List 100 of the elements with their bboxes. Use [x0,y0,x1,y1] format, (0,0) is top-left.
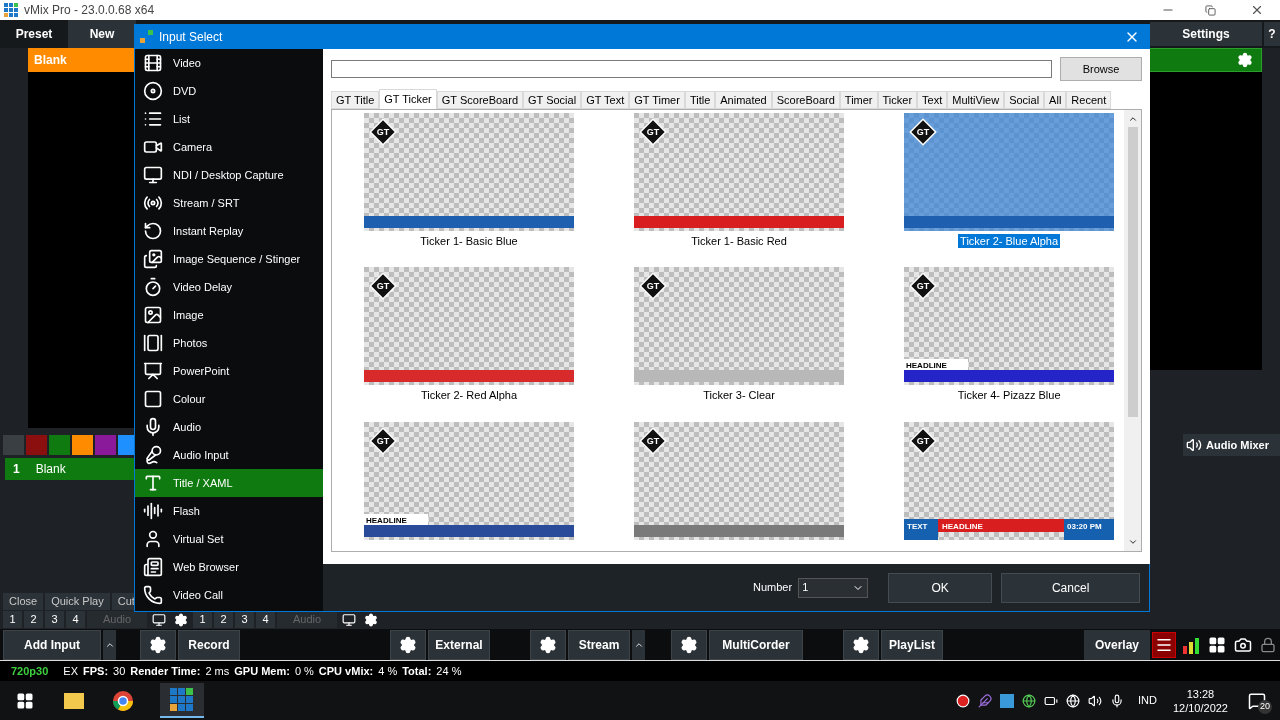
grid-icon[interactable] [1208,635,1226,654]
audio-mixer-button[interactable]: Audio Mixer [1183,434,1280,456]
template-tab[interactable]: GT Timer [629,91,685,109]
color-swatch[interactable] [26,435,47,455]
overlay-number-button[interactable]: 1 [3,611,22,628]
template-thumbnail[interactable]: GT [634,113,845,231]
template-tab[interactable]: GT Title [331,91,380,109]
settings-button[interactable]: Settings [1150,22,1262,46]
microphone-icon[interactable] [1110,693,1124,708]
toolbar-button[interactable]: Stream [568,629,630,660]
color-swatch[interactable] [3,435,24,455]
template-tab[interactable]: GT Social [523,91,582,109]
scrollbar[interactable] [1124,110,1142,551]
template-tab[interactable]: GT Ticker [379,89,437,109]
overlay-number-button[interactable]: 4 [66,611,85,628]
input-type-item[interactable]: List [135,105,323,133]
toolbar-button[interactable]: External [428,629,490,660]
clock-date[interactable]: 12/10/2022 [1172,700,1228,715]
path-field[interactable] [331,60,1052,78]
network-icon[interactable] [1022,693,1036,708]
scroll-thumb[interactable] [1127,127,1138,417]
input-type-item[interactable]: Photos [135,329,323,357]
settings-icon[interactable] [174,612,188,627]
settings-button[interactable] [843,629,879,660]
template-thumbnail[interactable]: GT [364,267,574,386]
template-tab[interactable]: Recent [1066,91,1112,109]
toolbar-button[interactable]: Add Input [3,629,101,660]
browser-icon[interactable] [112,689,134,712]
folder-icon[interactable] [64,692,84,709]
template-tab[interactable]: All [1044,91,1067,109]
help-button[interactable]: ? [1264,22,1280,46]
notification-button[interactable]: 20 [1242,685,1272,716]
template-tab[interactable]: Animated [715,91,772,109]
camera-icon[interactable] [1234,635,1252,654]
language-indicator[interactable]: IND [1138,692,1157,709]
color-swatch[interactable] [72,435,93,455]
toolbar-button[interactable]: Record [178,629,240,660]
settings-button[interactable] [530,629,566,660]
template-tab[interactable]: Text [917,91,948,109]
input-type-item[interactable]: Audio [135,413,323,441]
clock-time[interactable]: 13:28 [1186,686,1215,701]
tray-app-icon[interactable] [1000,693,1014,708]
monitor-icon[interactable] [342,612,356,627]
signal-bars-icon[interactable] [1182,635,1200,654]
globe-icon[interactable] [1066,693,1080,708]
monitor-icon[interactable] [152,612,166,627]
input-type-item[interactable]: Video Delay [135,273,323,301]
template-thumbnail[interactable]: GT [904,113,1115,231]
color-swatch[interactable] [49,435,70,455]
input-action-button[interactable]: Close [3,593,44,610]
template-tab[interactable]: Ticker [877,91,918,109]
input-type-item[interactable]: Image [135,301,323,329]
close-icon[interactable] [1250,3,1264,17]
restore-icon[interactable] [1205,4,1216,16]
input-action-button[interactable]: Quick Play [45,593,110,610]
template-tab[interactable]: ScoreBoard [771,91,840,109]
input-type-item[interactable]: Colour [135,385,323,413]
toolbar-button[interactable]: PlayList [881,629,943,660]
template-thumbnail[interactable]: GT TEXT HEADLINE 03:20 PM [904,421,1115,540]
template-tab[interactable]: Title [684,91,716,109]
input-type-item[interactable]: Virtual Set [135,525,323,553]
template-thumbnail[interactable]: GT [634,267,845,386]
template-thumbnail[interactable]: GT HEADLINE [904,267,1115,386]
settings-icon[interactable] [364,612,378,627]
template-tab[interactable]: MultiView [947,91,1005,109]
template-thumbnail[interactable]: GT HEADLINE [364,421,574,540]
windows-start-icon[interactable] [16,691,34,710]
browse-button[interactable]: Browse [1060,57,1142,81]
cancel-button[interactable]: Cancel [1001,572,1141,603]
input-type-item[interactable]: Stream / SRT [135,189,323,217]
overlay-button[interactable]: Overlay [1084,629,1150,660]
overlay-number-button[interactable]: 2 [24,611,43,628]
input-type-item[interactable]: DVD [135,77,323,105]
settings-button[interactable] [390,629,426,660]
lock-icon[interactable] [1260,636,1276,653]
input-type-item[interactable]: PowerPoint [135,357,323,385]
color-swatch[interactable] [95,435,116,455]
record-icon[interactable] [956,693,970,708]
input-type-item[interactable]: NDI / Desktop Capture [135,161,323,189]
caret-button[interactable] [103,629,116,660]
input-type-item[interactable]: Instant Replay [135,217,323,245]
volume-icon[interactable] [1088,693,1102,708]
input-type-item[interactable]: Title / XAML [135,469,323,497]
top-tab[interactable]: New [68,20,136,48]
template-thumbnail[interactable]: GT [634,421,845,540]
template-tab[interactable]: GT Text [581,91,630,109]
settings-button[interactable] [671,629,707,660]
template-tab[interactable]: Social [1004,91,1045,109]
menu-button[interactable] [1152,631,1176,658]
number-select[interactable]: 1 [798,577,869,598]
toolbar-button[interactable]: MultiCorder [709,629,803,660]
settings-button[interactable] [140,629,176,660]
input-type-item[interactable]: Audio Input [135,441,323,469]
input-type-item[interactable]: Image Sequence / Stinger [135,245,323,273]
input-type-item[interactable]: Camera [135,133,323,161]
taskbar-app-button[interactable] [160,683,204,718]
input-type-item[interactable]: Web Browser [135,553,323,581]
caret-button[interactable] [632,629,645,660]
ok-button[interactable]: OK [888,572,993,603]
template-thumbnail[interactable]: GT [364,113,574,231]
